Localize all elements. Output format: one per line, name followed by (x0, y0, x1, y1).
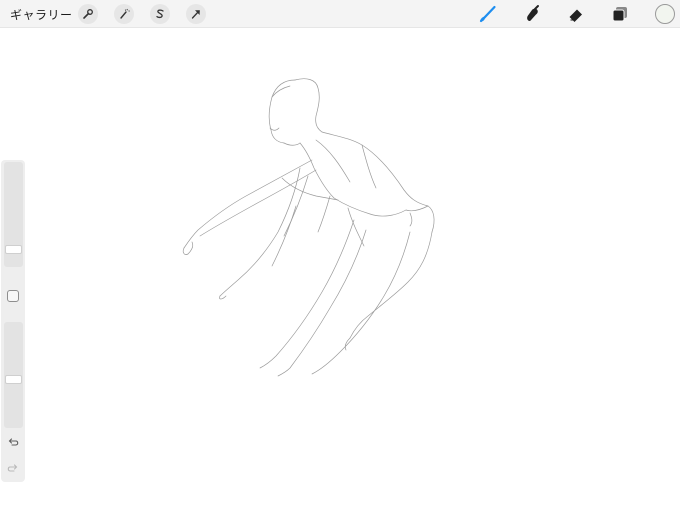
pencil-sketch (182, 78, 435, 377)
opacity-slider[interactable] (4, 322, 23, 428)
eraser-tool-button[interactable] (565, 4, 587, 24)
brush-size-thumb[interactable] (5, 244, 22, 254)
redo-icon[interactable] (6, 462, 20, 476)
transform-button[interactable] (186, 4, 206, 24)
opacity-thumb[interactable] (5, 375, 22, 385)
brush-size-slider[interactable] (4, 162, 23, 267)
side-toolbar (1, 160, 25, 482)
smudge-tool-button[interactable] (521, 4, 543, 24)
brush-tool-button[interactable] (477, 4, 499, 24)
layers-button[interactable] (609, 4, 631, 24)
gallery-button[interactable]: ギャラリー (10, 6, 73, 23)
color-picker-button[interactable] (655, 4, 675, 24)
eraser-icon (569, 9, 582, 22)
drawing-canvas[interactable] (0, 28, 680, 510)
smudge-icon (527, 5, 539, 22)
magic-wand-icon (120, 8, 130, 19)
wrench-icon (83, 9, 93, 19)
actions-button[interactable] (78, 4, 98, 24)
modify-button[interactable] (7, 290, 19, 302)
brush-icon (479, 5, 496, 23)
undo-icon[interactable] (6, 436, 20, 450)
adjustments-button[interactable] (114, 4, 134, 24)
selection-s-icon (156, 9, 164, 19)
layers-icon (612, 7, 627, 22)
toolbar: ギャラリー (0, 0, 680, 28)
selection-button[interactable] (150, 4, 170, 24)
transform-arrow-icon (191, 10, 200, 19)
